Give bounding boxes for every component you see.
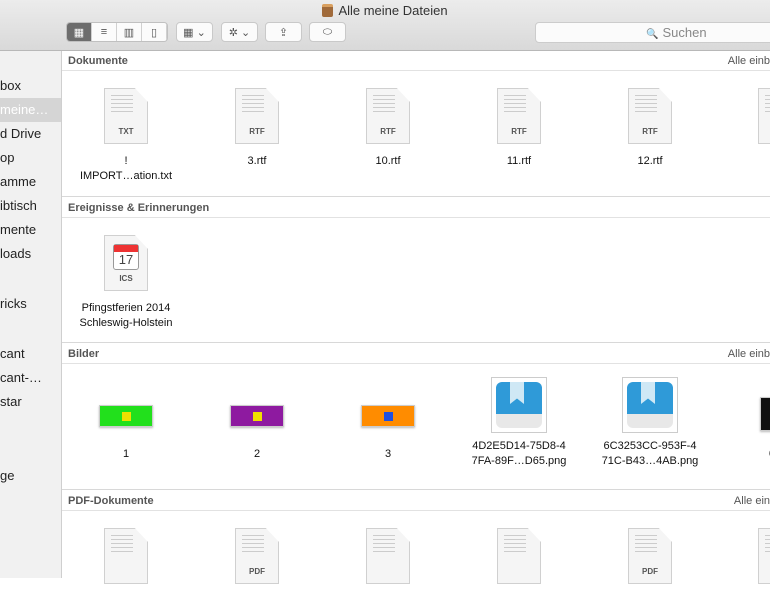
toolbar: Alle meine Dateien ▦ ≡ ▥ ▯ ▦ ⌄ ✲ ⌄ ⇪ ⬭ 🔍… bbox=[0, 0, 770, 51]
show-all-link[interactable]: Alle ein bbox=[734, 491, 770, 511]
sidebar-item[interactable]: amme bbox=[0, 170, 61, 194]
file-item[interactable]: 07-0 bbox=[720, 381, 770, 462]
file-name: 4D2E5D14-75D8-4 7FA-89F…D65.png bbox=[471, 440, 567, 467]
sidebar-item[interactable]: mente bbox=[0, 218, 61, 242]
file-item[interactable]: 17 ICS Pfingstferien 2014 Schleswig-Holste… bbox=[66, 235, 186, 331]
file-name: 11.rtf bbox=[506, 155, 532, 167]
file-name: 2 bbox=[253, 448, 261, 460]
sidebar-item[interactable]: loads bbox=[0, 242, 61, 266]
sidebar-item[interactable]: ibtisch bbox=[0, 194, 61, 218]
image-thumbnail bbox=[99, 405, 153, 427]
file-name: ! IMPORT…ation.txt bbox=[79, 155, 173, 182]
sidebar-item[interactable]: cant-… bbox=[0, 366, 61, 390]
section-divider bbox=[62, 342, 770, 343]
document-icon bbox=[758, 88, 770, 144]
section-title: Ereignisse & Erinnerungen bbox=[68, 202, 210, 214]
file-item[interactable]: RTF 12.rtf bbox=[590, 88, 710, 169]
column-view-button[interactable]: ▥ bbox=[117, 23, 142, 41]
sidebar-item[interactable]: box bbox=[0, 74, 61, 98]
image-thumbnail bbox=[230, 405, 284, 427]
file-name: 3 bbox=[384, 448, 392, 460]
sidebar-item[interactable]: d Drive bbox=[0, 122, 61, 146]
section-header: Dokumente Alle einb bbox=[62, 51, 770, 71]
document-icon: RTF bbox=[628, 88, 672, 144]
sidebar: box meine… d Drive op amme ibtisch mente loads r… bbox=[0, 51, 62, 578]
file-item[interactable]: TXT ! IMPORT…ation.txt bbox=[66, 88, 186, 184]
section-header: PDF-Dokumente Alle ein bbox=[62, 491, 770, 511]
file-name: 3.rtf bbox=[247, 155, 267, 167]
file-item[interactable]: 3 bbox=[328, 381, 448, 462]
section-title: Bilder bbox=[68, 348, 100, 360]
search-icon: 🔍 bbox=[646, 29, 659, 40]
document-icon: TXT bbox=[104, 88, 148, 144]
document-icon: PDF bbox=[628, 528, 672, 584]
file-item[interactable]: 4D2E5D14-75D8-4 7FA-89F…D65.png bbox=[459, 377, 579, 469]
share-button[interactable]: ⇪ bbox=[265, 22, 302, 42]
file-name: 1 bbox=[720, 154, 770, 169]
calendar-file-icon: 17 ICS bbox=[104, 235, 148, 291]
list-view-button[interactable]: ≡ bbox=[92, 23, 117, 41]
section-title: Dokumente bbox=[68, 55, 128, 67]
tag-button[interactable]: ⬭ bbox=[309, 22, 346, 42]
sidebar-item[interactable]: ge bbox=[0, 464, 61, 488]
sidebar-item[interactable]: star bbox=[0, 390, 61, 414]
file-name: 10.rtf bbox=[375, 155, 401, 167]
arrange-button[interactable]: ▦ ⌄ bbox=[176, 22, 213, 42]
file-name: 12.rtf bbox=[637, 155, 663, 167]
file-item[interactable]: 6C3253CC-953F-4 71C-B43…4AB.png bbox=[590, 377, 710, 469]
file-item[interactable]: PDF bbox=[590, 528, 710, 594]
folder-icon bbox=[322, 4, 334, 17]
document-icon: RTF bbox=[497, 88, 541, 144]
document-icon: PDF bbox=[235, 528, 279, 584]
show-all-link[interactable]: Alle einb bbox=[728, 344, 770, 364]
search-input[interactable]: 🔍 Suchen bbox=[535, 22, 770, 43]
file-item[interactable]: 1 bbox=[66, 381, 186, 462]
sidebar-item[interactable]: cant bbox=[0, 342, 61, 366]
icon-view-button[interactable]: ▦ bbox=[67, 23, 92, 41]
document-icon: RTF bbox=[366, 88, 410, 144]
file-item[interactable]: RTF 11.rtf bbox=[459, 88, 579, 169]
file-item[interactable]: 1 bbox=[720, 88, 770, 169]
file-item[interactable]: RTF 10.rtf bbox=[328, 88, 448, 169]
coverflow-view-button[interactable]: ▯ bbox=[142, 23, 167, 41]
document-icon: RTF bbox=[235, 88, 279, 144]
section-title: PDF-Dokumente bbox=[68, 495, 154, 507]
image-thumbnail bbox=[622, 377, 678, 433]
section-divider bbox=[62, 196, 770, 197]
image-thumbnail bbox=[760, 397, 770, 431]
document-icon bbox=[758, 528, 770, 584]
file-item[interactable]: RTF 3.rtf bbox=[197, 88, 317, 169]
file-name: 07-0 bbox=[720, 447, 770, 462]
window-title: Alle meine Dateien bbox=[0, 3, 770, 18]
file-name: 1 bbox=[122, 448, 130, 460]
action-button[interactable]: ✲ ⌄ bbox=[221, 22, 258, 42]
file-item[interactable]: PDF bbox=[197, 528, 317, 594]
file-item[interactable] bbox=[66, 528, 186, 594]
file-item[interactable] bbox=[459, 528, 579, 594]
section-header: Ereignisse & Erinnerungen bbox=[62, 198, 770, 218]
sidebar-item[interactable]: ricks bbox=[0, 292, 61, 316]
image-thumbnail bbox=[361, 405, 415, 427]
file-item[interactable]: 2 bbox=[197, 381, 317, 462]
view-switcher: ▦ ≡ ▥ ▯ bbox=[66, 22, 168, 42]
show-all-link[interactable]: Alle einb bbox=[728, 51, 770, 71]
document-icon bbox=[497, 528, 541, 584]
document-icon bbox=[366, 528, 410, 584]
file-name: Pfingstferien 2014 Schleswig-Holstein bbox=[79, 302, 173, 329]
sidebar-item[interactable]: op bbox=[0, 146, 61, 170]
file-item[interactable] bbox=[328, 528, 448, 594]
section-header: Bilder Alle einb bbox=[62, 344, 770, 364]
image-thumbnail bbox=[491, 377, 547, 433]
file-name: 6C3253CC-953F-4 71C-B43…4AB.png bbox=[601, 440, 699, 467]
section-divider bbox=[62, 489, 770, 490]
file-item[interactable] bbox=[720, 528, 770, 594]
document-icon bbox=[104, 528, 148, 584]
sidebar-item[interactable]: meine… bbox=[0, 98, 61, 122]
